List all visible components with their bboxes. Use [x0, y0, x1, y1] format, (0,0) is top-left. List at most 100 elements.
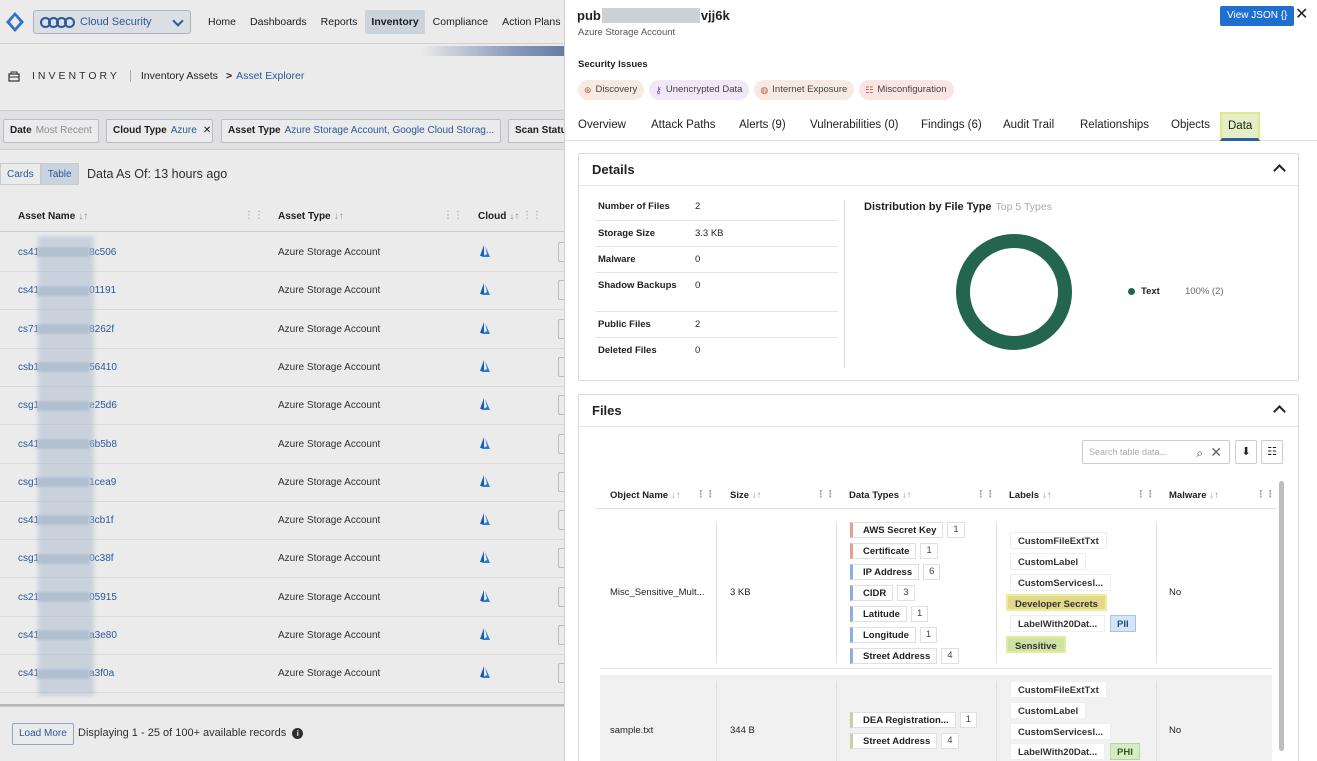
column-data-types[interactable]: Data Types ↓↑ [849, 490, 911, 501]
download-button[interactable]: ⬇ [1235, 440, 1257, 464]
columns-button[interactable]: ☷ [1261, 440, 1283, 464]
data-type-tag[interactable]: Street Address 4 [850, 648, 959, 664]
legend-label: Text [1141, 286, 1160, 297]
tab-findings[interactable]: Findings (6) [921, 119, 982, 131]
label-tag[interactable]: LabelWith20Dat... [1010, 743, 1106, 760]
label-tag[interactable]: CustomFileExtTxt [1010, 532, 1107, 549]
chevron-up-icon[interactable] [1273, 164, 1286, 177]
view-json-button[interactable]: View JSON {} [1220, 6, 1295, 26]
distribution-title-text: Distribution by File Type [864, 201, 992, 213]
security-issues-label: Security Issues [578, 59, 648, 70]
drag-handle-icon[interactable]: ⋮⋮ [976, 489, 995, 500]
modal-overlay[interactable] [0, 0, 564, 761]
object-size: 344 B [730, 725, 755, 736]
tab-audit-trail[interactable]: Audit Trail [1003, 119, 1054, 131]
title-prefix: pub [577, 8, 601, 23]
label-tag[interactable]: CustomLabel [1010, 702, 1087, 719]
pii-badge[interactable]: PII [1110, 615, 1136, 632]
data-type-tag[interactable]: Street Address 4 [850, 733, 959, 749]
files-header[interactable]: Files [579, 395, 1298, 427]
label-tag[interactable]: LabelWith20Dat... [1010, 615, 1106, 632]
issue-chip-internet-exposure[interactable]: ◍ Internet Exposure [754, 80, 855, 100]
discovery-icon: ⊛ [584, 85, 592, 95]
object-name[interactable]: Misc_Sensitive_Mult... [610, 587, 705, 598]
data-types-cell: AWS Secret Key 1 Certificate 1 IP Address 6… [838, 516, 998, 669]
title-suffix: vjj6k [700, 8, 730, 23]
chevron-up-icon[interactable] [1273, 405, 1286, 418]
detail-value: 0 [695, 345, 701, 356]
issue-label: Misconfiguration [877, 84, 947, 95]
detail-value: 3.3 KB [695, 228, 724, 239]
data-type-tag[interactable]: Longitude 1 [850, 627, 938, 643]
column-malware[interactable]: Malware ↓↑ [1169, 490, 1219, 501]
close-icon[interactable]: ✕ [1295, 6, 1308, 24]
issue-label: Discovery [595, 84, 638, 95]
tab-attack-paths[interactable]: Attack Paths [651, 119, 716, 131]
issue-chip-discovery[interactable]: ⊛ Discovery [578, 80, 645, 100]
files-title: Files [592, 403, 622, 418]
tab-relationships[interactable]: Relationships [1080, 119, 1149, 131]
label-tag-highlighted[interactable]: Developer Secrets [1006, 594, 1107, 611]
tab-vulnerabilities[interactable]: Vulnerabilities (0) [810, 119, 898, 131]
distribution-hint: Top 5 Types [995, 201, 1052, 213]
label-tag[interactable]: CustomServicesl... [1010, 574, 1112, 591]
clear-icon[interactable]: ✕ [1210, 441, 1222, 463]
issue-chip-unencrypted[interactable]: ⚷ Unencrypted Data [649, 80, 750, 100]
donut-legend: Text 100% (2) [1128, 286, 1224, 297]
legend-value: 100% (2) [1185, 286, 1224, 297]
label-tag[interactable]: CustomServicesl... [1010, 723, 1112, 740]
columns-icon: ☷ [1267, 446, 1277, 458]
phi-badge[interactable]: PHI [1110, 743, 1140, 760]
label-tag-highlighted[interactable]: Sensitive [1006, 636, 1066, 653]
data-type-tag[interactable]: Certificate 1 [850, 543, 938, 559]
table-row[interactable]: Misc_Sensitive_Mult... 3 KB AWS Secret K… [600, 516, 1272, 669]
label-tag[interactable]: CustomFileExtTxt [1010, 681, 1107, 698]
malware-value: No [1169, 587, 1182, 598]
details-title: Details [592, 162, 635, 177]
detail-row: Number of Files 2 [596, 194, 838, 221]
labels-cell: CustomFileExtTxt CustomLabel CustomServi… [996, 675, 1156, 761]
detail-value: 2 [695, 201, 701, 212]
table-row[interactable]: sample.txt 344 B DEA Registration... 1 St… [600, 675, 1272, 761]
drag-handle-icon[interactable]: ⋮⋮ [816, 489, 835, 500]
tab-objects[interactable]: Objects [1171, 119, 1210, 131]
drag-handle-icon[interactable]: ⋮⋮ [1136, 489, 1155, 500]
malware-value: No [1169, 725, 1182, 736]
detail-row: Deleted Files 0 [596, 338, 838, 364]
data-type-tag[interactable]: DEA Registration... 1 [850, 712, 977, 728]
detail-value: 2 [695, 319, 701, 330]
legend-dot [1128, 288, 1135, 295]
asset-title: pub vjj6k [577, 8, 730, 23]
label-tag[interactable]: CustomLabel [1010, 553, 1087, 570]
drag-handle-icon[interactable]: ⋮⋮ [1256, 489, 1275, 500]
issue-chip-misconfiguration[interactable]: ☷ Misconfiguration [859, 80, 954, 100]
asset-subtitle: Azure Storage Account [578, 27, 676, 38]
key-icon: ⚷ [655, 85, 662, 95]
column-labels[interactable]: Labels ↓↑ [1009, 490, 1052, 501]
globe-icon: ◍ [760, 85, 769, 95]
vertical-scrollbar[interactable] [1279, 481, 1284, 751]
divider [844, 200, 845, 368]
redacted-block [601, 8, 700, 23]
search-icon[interactable]: ⌕ [1196, 442, 1203, 464]
object-size: 3 KB [730, 587, 751, 598]
data-type-tag[interactable]: Latitude 1 [850, 606, 929, 622]
tab-data[interactable]: Data [1220, 112, 1261, 141]
column-object-name[interactable]: Object Name ↓↑ [610, 490, 681, 501]
detail-row: Storage Size 3.3 KB [596, 221, 838, 247]
tab-overview[interactable]: Overview [578, 119, 626, 131]
detail-label: Storage Size [598, 228, 656, 239]
column-size[interactable]: Size ↓↑ [730, 490, 762, 501]
object-name[interactable]: sample.txt [610, 725, 653, 736]
search-input[interactable]: Search table data... ⌕ ✕ [1082, 440, 1230, 464]
detail-label: Shadow Backups [598, 280, 677, 291]
download-icon: ⬇ [1241, 446, 1251, 458]
data-type-tag[interactable]: CIDR 3 [850, 585, 915, 601]
details-header[interactable]: Details [579, 154, 1298, 186]
drag-handle-icon[interactable]: ⋮⋮ [696, 489, 715, 500]
data-type-tag[interactable]: IP Address 6 [850, 564, 941, 580]
tab-alerts[interactable]: Alerts (9) [739, 119, 786, 131]
detail-label: Number of Files [598, 201, 670, 212]
data-type-tag[interactable]: AWS Secret Key 1 [850, 522, 965, 538]
file-type-donut-chart[interactable] [956, 234, 1072, 350]
